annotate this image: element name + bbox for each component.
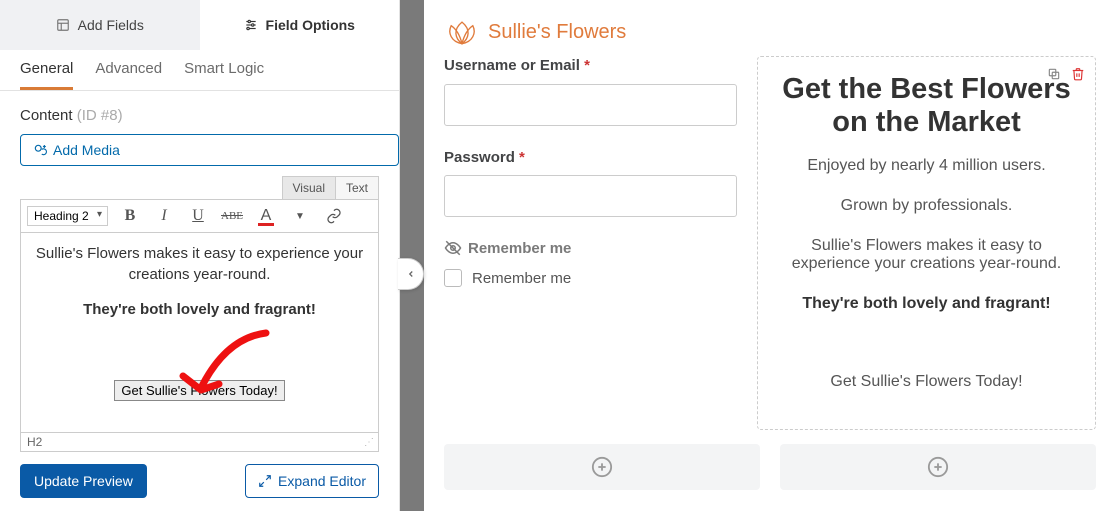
- italic-button[interactable]: I: [152, 204, 176, 228]
- remember-checkbox-label: Remember me: [472, 270, 571, 287]
- card-p2: Grown by professionals.: [780, 197, 1073, 215]
- expand-icon: [258, 474, 272, 488]
- brand-text: Sullie's Flowers: [488, 21, 626, 44]
- copy-icon: [1047, 67, 1061, 81]
- link-button[interactable]: [322, 204, 346, 228]
- tab-field-options-label: Field Options: [266, 17, 355, 33]
- card-title: Get the Best Flowers on the Market: [780, 73, 1073, 139]
- editor-body[interactable]: Sullie's Flowers makes it easy to experi…: [20, 233, 379, 433]
- tab-add-fields-label: Add Fields: [78, 17, 144, 33]
- sliders-icon: [244, 18, 258, 32]
- editor-line-1: Sullie's Flowers makes it easy to experi…: [31, 243, 368, 285]
- password-label: Password *: [444, 148, 737, 168]
- media-icon: [33, 143, 47, 157]
- tab-add-fields[interactable]: Add Fields: [0, 0, 200, 50]
- editor-tab-visual[interactable]: Visual: [282, 176, 336, 199]
- plus-icon: [591, 456, 613, 478]
- expand-editor-button[interactable]: Expand Editor: [245, 464, 379, 498]
- lotus-icon: [444, 18, 480, 46]
- card-p1: Enjoyed by nearly 4 million users.: [780, 157, 1073, 175]
- preview-panel: Sullie's Flowers Username or Email * Pas…: [424, 0, 1116, 511]
- add-field-left[interactable]: [444, 444, 760, 490]
- layout-icon: [56, 18, 70, 32]
- content-id: (ID #8): [77, 107, 123, 124]
- underline-button[interactable]: U: [186, 204, 210, 228]
- text-color-button[interactable]: A: [254, 204, 278, 228]
- strikethrough-button[interactable]: ABE: [220, 204, 244, 228]
- editor-line-2: They're both lovely and fragrant!: [31, 299, 368, 320]
- content-card[interactable]: Get the Best Flowers on the Market Enjoy…: [757, 56, 1096, 430]
- collapse-handle[interactable]: [398, 258, 424, 290]
- username-label: Username or Email *: [444, 56, 737, 76]
- duplicate-button[interactable]: [1045, 65, 1063, 83]
- brand-logo: Sullie's Flowers: [444, 0, 1096, 56]
- remember-header: Remember me: [444, 239, 737, 257]
- card-p4: They're both lovely and fragrant!: [780, 295, 1073, 313]
- add-media-button[interactable]: Add Media: [20, 134, 399, 166]
- resize-grip-icon[interactable]: ⋰: [364, 437, 372, 448]
- trash-icon: [1071, 67, 1085, 81]
- text-color-menu[interactable]: ▼: [288, 204, 312, 228]
- panel-divider: [400, 0, 424, 511]
- sidebar: Add Fields Field Options General Advance…: [0, 0, 400, 511]
- remember-checkbox[interactable]: [444, 269, 462, 287]
- plus-icon: [927, 456, 949, 478]
- format-select[interactable]: Heading 2: [27, 206, 108, 226]
- form-left-column: Username or Email * Password * Remember …: [444, 56, 737, 430]
- add-field-right[interactable]: [780, 444, 1096, 490]
- link-icon: [326, 208, 342, 224]
- eye-off-icon: [444, 239, 462, 257]
- subtab-advanced[interactable]: Advanced: [95, 60, 162, 90]
- username-input[interactable]: [444, 84, 737, 126]
- tab-field-options[interactable]: Field Options: [200, 0, 400, 50]
- content-heading: Content (ID #8): [0, 91, 399, 134]
- update-preview-button[interactable]: Update Preview: [20, 464, 147, 498]
- subtab-general[interactable]: General: [20, 60, 73, 90]
- editor-status-bar: H2 ⋰: [20, 433, 379, 452]
- card-p3: Sullie's Flowers makes it easy to experi…: [780, 237, 1073, 273]
- delete-button[interactable]: [1069, 65, 1087, 83]
- card-p5: Get Sullie's Flowers Today!: [780, 373, 1073, 391]
- annotation-arrow-icon: [171, 328, 281, 408]
- subtab-smart-logic[interactable]: Smart Logic: [184, 60, 264, 90]
- bold-button[interactable]: B: [118, 204, 142, 228]
- chevron-left-icon: [406, 269, 416, 279]
- password-input[interactable]: [444, 175, 737, 217]
- remember-checkbox-row[interactable]: Remember me: [444, 269, 737, 287]
- editor-tab-text[interactable]: Text: [335, 176, 379, 199]
- editor-toolbar: Heading 2 B I U ABE A ▼: [20, 199, 379, 233]
